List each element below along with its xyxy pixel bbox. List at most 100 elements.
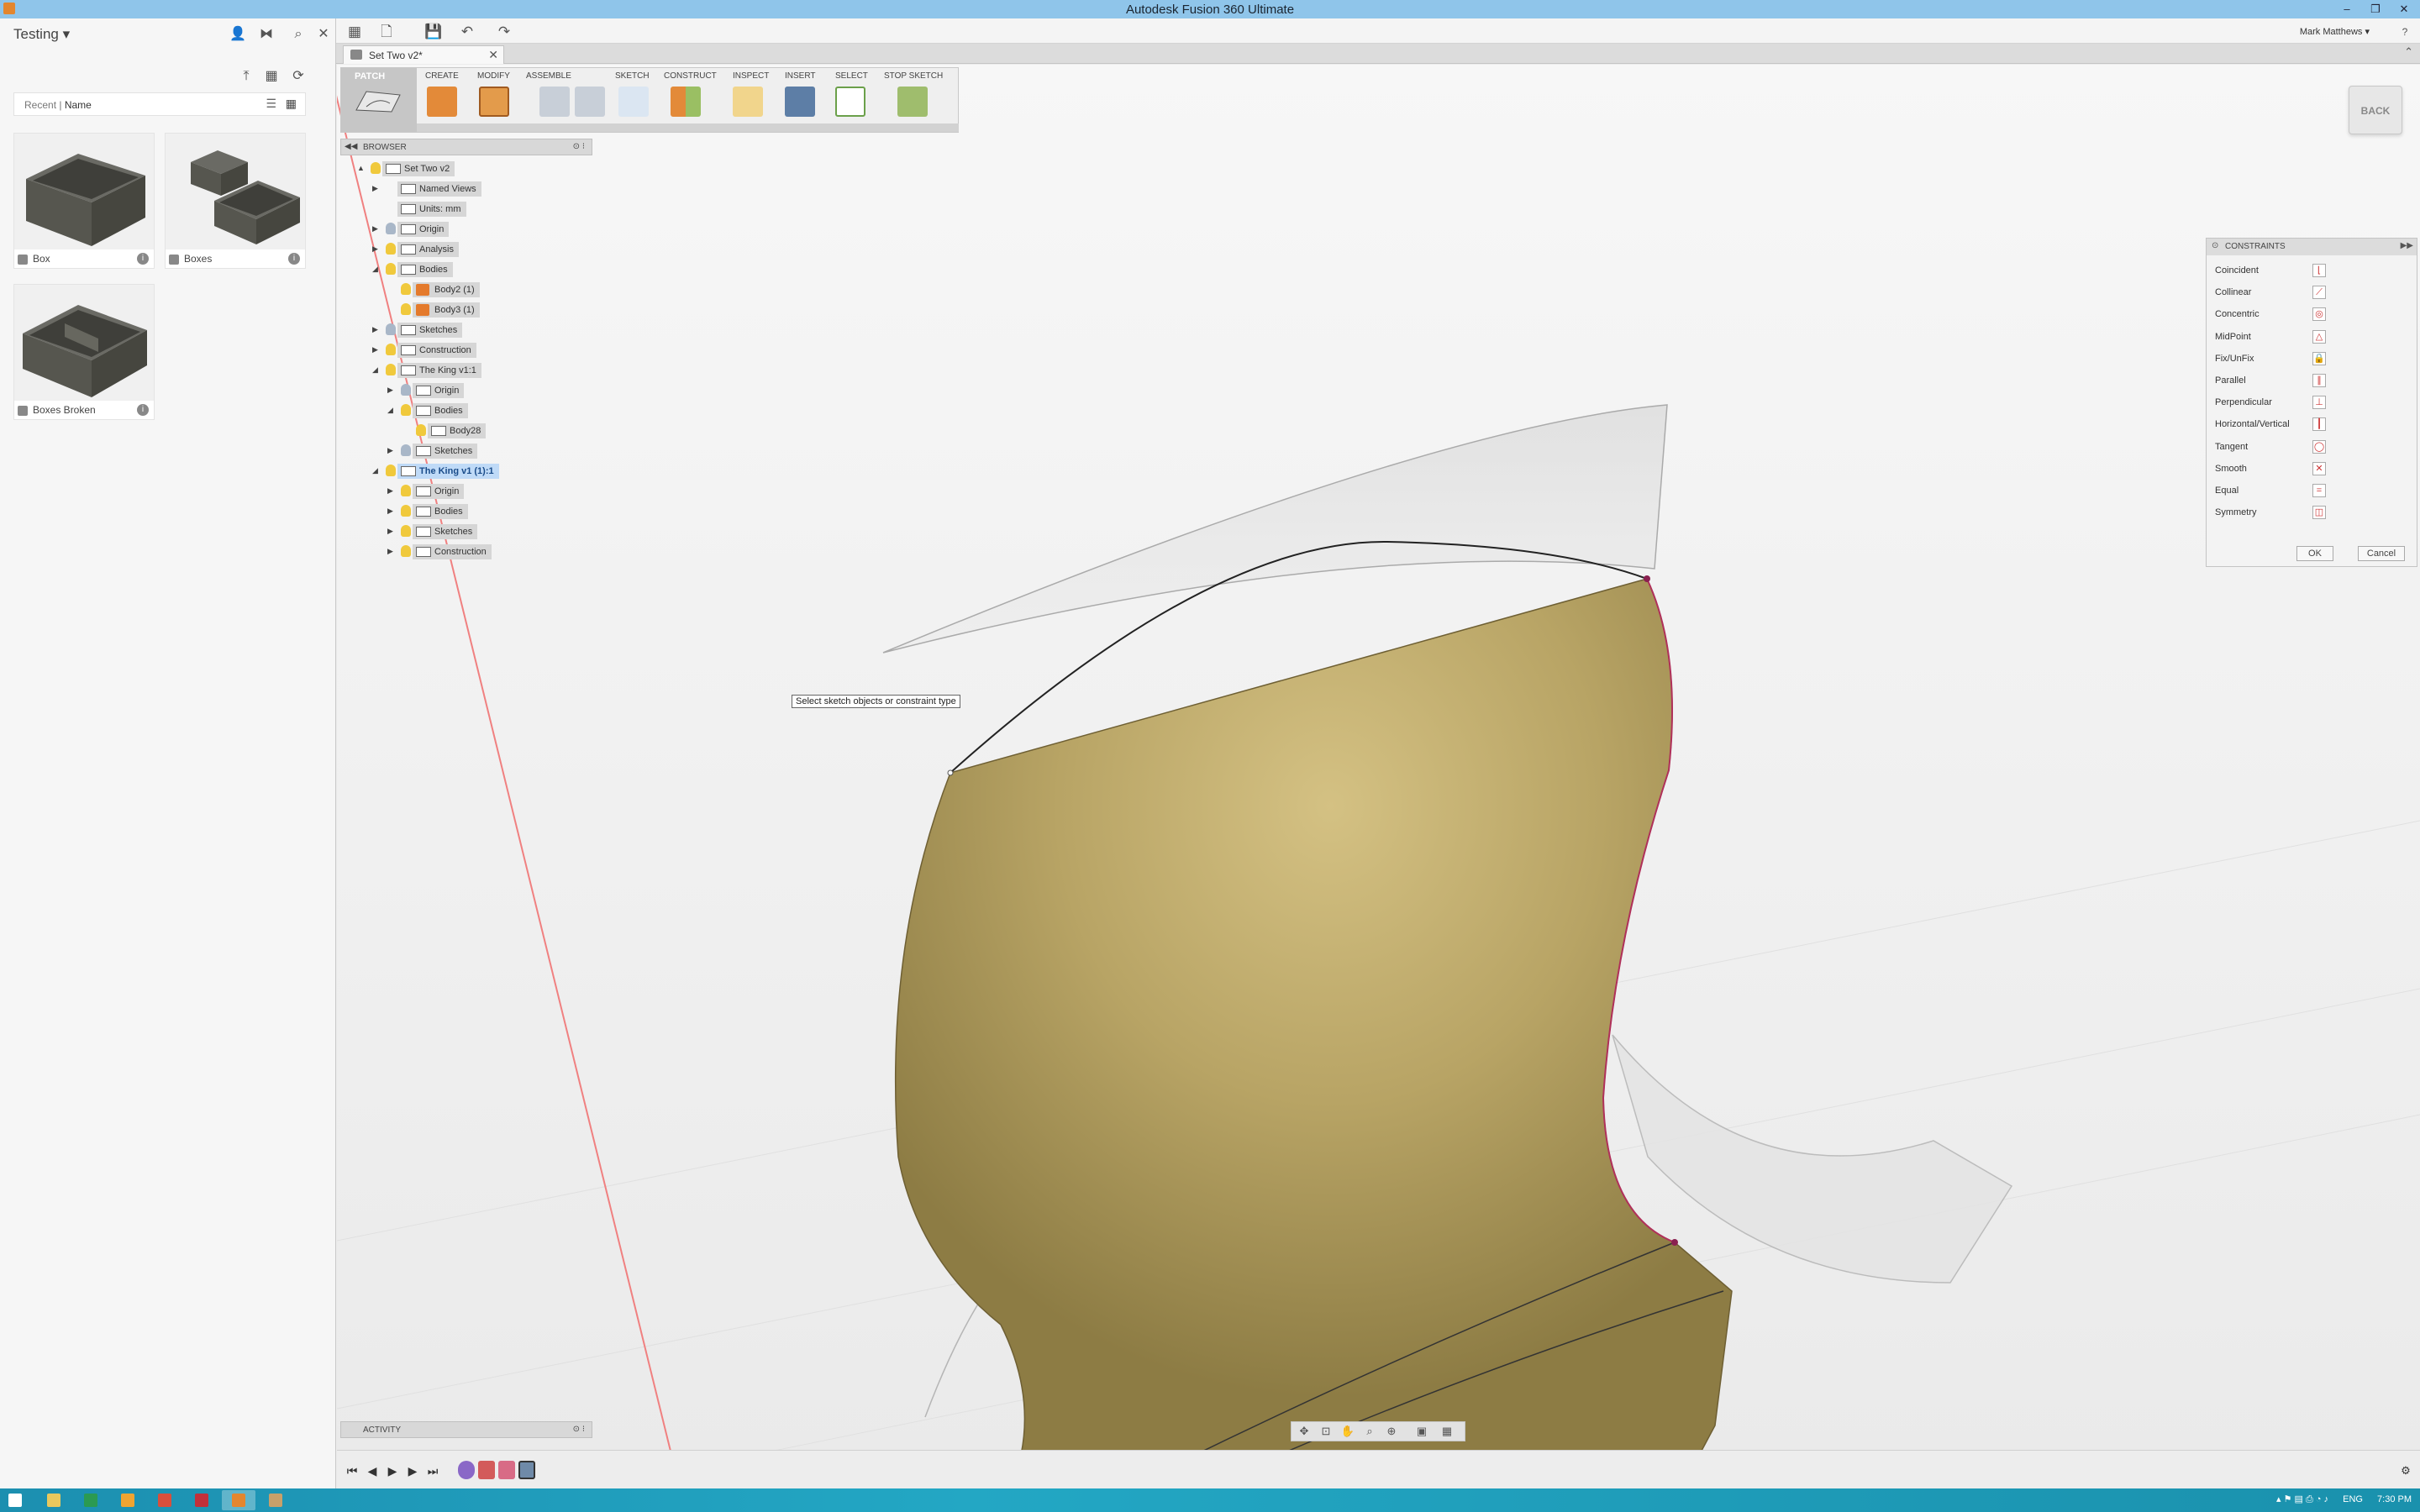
constraint-icon[interactable]: △ xyxy=(2312,329,2326,344)
file-menu-icon[interactable]: 🗋 xyxy=(376,24,397,40)
extrude-icon[interactable] xyxy=(427,87,457,117)
expand-toggle-icon[interactable]: ◢ xyxy=(372,265,381,274)
as-built-joint-icon[interactable] xyxy=(575,87,605,117)
expand-toggle-icon[interactable]: ▶ xyxy=(372,224,381,234)
visibility-bulb-icon[interactable] xyxy=(401,505,411,517)
constraint-option[interactable]: Smooth ✕ xyxy=(2215,459,2410,479)
save-icon[interactable]: 💾 xyxy=(424,24,444,40)
visibility-bulb-icon[interactable] xyxy=(401,404,411,416)
constraint-option[interactable]: Equal = xyxy=(2215,480,2410,501)
timeline-settings-icon[interactable]: ⚙ xyxy=(2397,1462,2414,1479)
activity-pin-icon[interactable]: ⊙ ⁝ xyxy=(573,1425,585,1434)
constraint-option[interactable]: Tangent ◯ xyxy=(2215,437,2410,457)
expand-toggle-icon[interactable]: ▶ xyxy=(372,244,381,254)
user-icon[interactable]: 👤 xyxy=(229,25,247,44)
expand-toggle-icon[interactable]: ▶ xyxy=(387,547,396,556)
expand-toggle-icon[interactable]: ▶ xyxy=(387,527,396,536)
visibility-bulb-icon[interactable] xyxy=(371,162,381,174)
browser-node[interactable]: Body2 (1) xyxy=(387,282,606,297)
browser-node[interactable]: ▶ Origin xyxy=(387,484,606,499)
constraint-icon[interactable]: ✕ xyxy=(2312,461,2326,475)
timeline-feature-icon[interactable] xyxy=(498,1461,515,1479)
sort-recent[interactable]: Recent xyxy=(24,99,56,111)
share-icon[interactable]: ⧓ xyxy=(257,25,276,44)
browser-node[interactable]: Body28 xyxy=(402,423,621,438)
visibility-bulb-icon[interactable] xyxy=(386,243,396,255)
file-card-boxes-broken[interactable]: Boxes Broken i xyxy=(13,284,155,420)
browser-node[interactable]: ◢ The King v1 (1):1 xyxy=(372,464,591,479)
cancel-button[interactable]: Cancel xyxy=(2358,546,2405,561)
joint-icon[interactable] xyxy=(539,87,570,117)
timeline-feature-icon[interactable] xyxy=(478,1461,495,1479)
constraint-option[interactable]: Fix/UnFix 🔒 xyxy=(2215,349,2410,369)
grid-view-icon[interactable]: ▦ xyxy=(286,97,297,111)
timeline-feature-icon[interactable] xyxy=(458,1461,475,1479)
constraint-icon[interactable]: ┃ xyxy=(2312,417,2326,432)
upload-icon[interactable]: ⤒ xyxy=(237,67,255,86)
list-view-icon[interactable]: ☰ xyxy=(266,97,276,111)
go-to-start-icon[interactable]: ⏮ xyxy=(344,1462,360,1479)
back-button[interactable]: BACK xyxy=(2349,86,2402,134)
visibility-bulb-icon[interactable] xyxy=(386,364,396,375)
refresh-icon[interactable]: ⟳ xyxy=(289,67,308,86)
project-selector[interactable]: Testing ▾ xyxy=(13,26,70,43)
timeline-sketch-icon[interactable] xyxy=(518,1461,535,1479)
sort-name[interactable]: Name xyxy=(65,99,92,111)
stop-sketch-icon[interactable] xyxy=(897,87,928,117)
constraint-icon[interactable]: ∥ xyxy=(2312,374,2326,387)
look-at-icon[interactable]: ⊡ xyxy=(1318,1425,1334,1438)
constraints-header[interactable]: ⊙ CONSTRAINTS ▶▶ xyxy=(2207,239,2417,255)
expand-toggle-icon[interactable]: ▶ xyxy=(372,345,381,354)
constraint-icon[interactable]: ◫ xyxy=(2312,506,2326,520)
visibility-bulb-icon[interactable] xyxy=(386,263,396,275)
close-window-button[interactable]: ✕ xyxy=(2391,2,2417,17)
browser-node[interactable]: ▶ Origin xyxy=(372,222,591,237)
browser-node[interactable]: ▲ Set Two v2 xyxy=(357,161,576,176)
play-icon[interactable]: ▶ xyxy=(384,1462,401,1479)
expand-toggle-icon[interactable]: ▶ xyxy=(387,486,396,496)
constraint-option[interactable]: Horizontal/Vertical ┃ xyxy=(2215,414,2410,434)
spline-icon[interactable] xyxy=(618,87,649,117)
visibility-bulb-icon[interactable] xyxy=(401,283,411,295)
expand-toggle-icon[interactable]: ▶ xyxy=(387,507,396,516)
browser-node[interactable]: ▶ Named Views xyxy=(372,181,591,197)
info-icon[interactable]: i xyxy=(137,253,149,265)
close-panel-icon[interactable]: ✕ xyxy=(314,25,333,44)
browser-node[interactable]: ▶ Sketches xyxy=(387,444,606,459)
close-tab-icon[interactable]: ✕ xyxy=(488,48,498,62)
expand-palette-icon[interactable]: ▶▶ xyxy=(2401,241,2413,250)
browser-node[interactable]: ▶ Analysis xyxy=(372,242,591,257)
press-pull-icon[interactable] xyxy=(479,87,509,117)
constraint-icon[interactable]: ⟋ xyxy=(2312,286,2326,300)
visibility-bulb-icon[interactable] xyxy=(401,525,411,537)
expand-toggle-icon[interactable]: ▶ xyxy=(372,325,381,334)
constraint-option[interactable]: Perpendicular ⊥ xyxy=(2215,392,2410,412)
user-menu[interactable]: Mark Matthews ▾ xyxy=(2300,26,2370,37)
expand-toggle-icon[interactable]: ▶ xyxy=(387,386,396,395)
expand-toggle-icon[interactable]: ◢ xyxy=(372,365,381,375)
language-indicator[interactable]: ENG xyxy=(2343,1494,2363,1504)
browser-node[interactable]: Body3 (1) xyxy=(387,302,606,318)
collapse-browser-icon[interactable]: ◀◀ xyxy=(345,142,357,151)
visibility-bulb-icon[interactable] xyxy=(416,424,426,436)
visibility-bulb-icon[interactable] xyxy=(386,323,396,335)
canvas-viewport[interactable] xyxy=(337,65,2420,1488)
restore-button[interactable]: ❐ xyxy=(2363,2,2388,17)
expand-toggle-icon[interactable]: ◢ xyxy=(372,466,381,475)
app-task-icon[interactable] xyxy=(111,1490,145,1510)
visibility-bulb-icon[interactable] xyxy=(386,465,396,476)
clock[interactable]: 7:30 PM xyxy=(2377,1494,2412,1504)
undo-icon[interactable]: ↶ xyxy=(457,24,477,40)
app-task-icon[interactable] xyxy=(185,1490,218,1510)
workspace-switcher[interactable]: PATCH xyxy=(341,68,417,132)
ok-button[interactable]: OK xyxy=(2296,546,2333,561)
constraint-icon[interactable]: ◯ xyxy=(2312,439,2326,454)
sort-bar[interactable]: Recent | Name ☰ ▦ xyxy=(13,92,306,116)
constraint-icon[interactable]: = xyxy=(2312,484,2326,497)
constraint-option[interactable]: Collinear ⟋ xyxy=(2215,282,2410,302)
explorer-task-icon[interactable] xyxy=(37,1490,71,1510)
expand-toggle-icon[interactable]: ▲ xyxy=(357,164,366,172)
browser-node[interactable]: ▶ Construction xyxy=(387,544,606,559)
measure-icon[interactable] xyxy=(733,87,763,117)
orbit-icon[interactable]: ✥ xyxy=(1297,1425,1312,1438)
